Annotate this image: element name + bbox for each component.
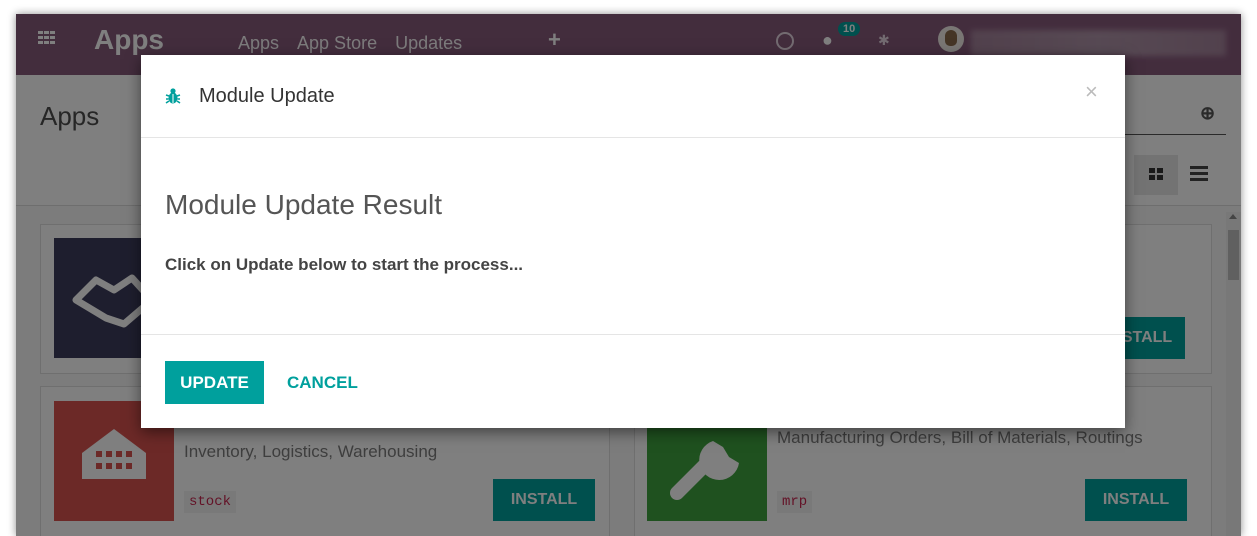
modal-footer: UPDATE CANCEL (141, 334, 1125, 429)
update-button[interactable]: UPDATE (165, 361, 264, 404)
bug-icon (165, 88, 181, 104)
modal-title: Module Update (199, 85, 335, 107)
module-update-dialog: Module Update × Module Update Result Cli… (141, 55, 1125, 428)
modal-header: Module Update × (141, 55, 1125, 138)
cancel-button[interactable]: CANCEL (287, 361, 358, 404)
close-icon[interactable]: × (1085, 79, 1098, 105)
app-window: Apps Apps App Store Updates + ● 10 ✱ App… (16, 14, 1241, 536)
modal-body-title: Module Update Result (165, 189, 443, 220)
modal-body-text: Click on Update below to start the proce… (165, 255, 524, 274)
